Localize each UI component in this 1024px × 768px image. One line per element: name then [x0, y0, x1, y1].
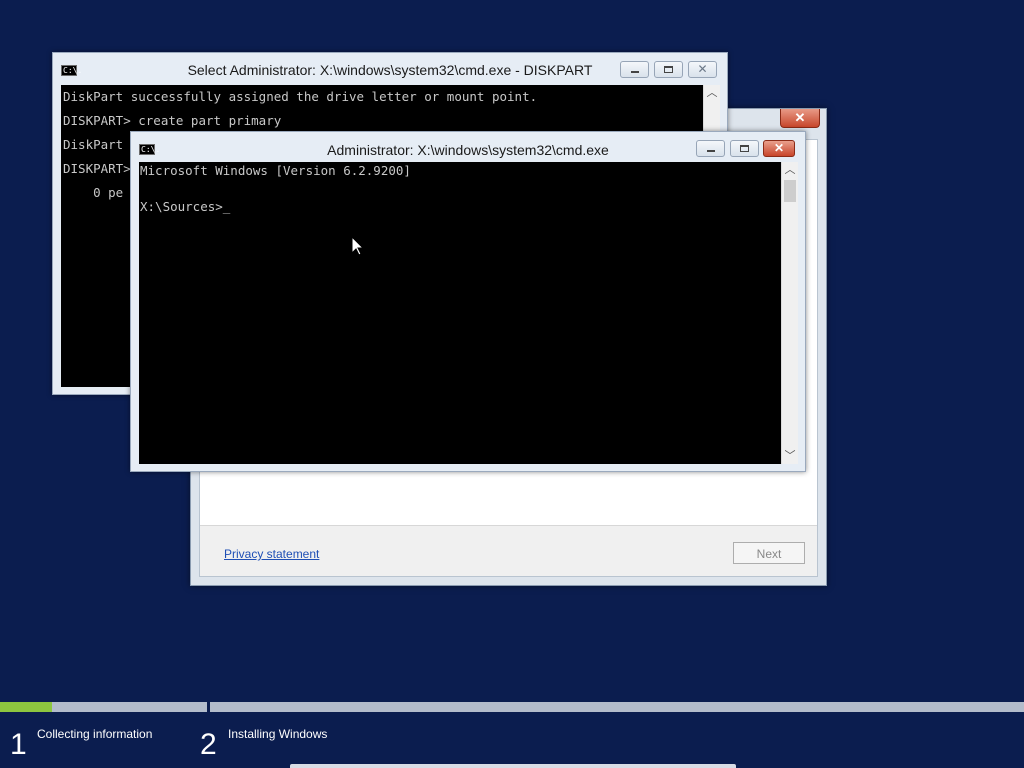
scroll-up-icon[interactable]: ︿ — [782, 162, 798, 178]
setup-footer: Privacy statement Next — [200, 525, 817, 576]
minimize-button[interactable] — [620, 61, 649, 78]
step2-number: 2 — [200, 728, 217, 761]
diskpart-titlebar[interactable]: C:\. Select Administrator: X:\windows\sy… — [53, 53, 727, 83]
installer-progress-track — [0, 702, 1024, 712]
close-button[interactable]: ✕ — [688, 61, 717, 78]
step2-label: Installing Windows — [228, 727, 328, 741]
next-button[interactable]: Next — [733, 542, 805, 564]
close-icon: ✕ — [773, 141, 785, 155]
privacy-statement-link[interactable]: Privacy statement — [224, 547, 319, 561]
close-icon: ✕ — [697, 62, 708, 76]
bottom-panel-edge — [290, 764, 736, 768]
mouse-pointer-icon — [352, 237, 364, 256]
step2-progress-bar — [210, 702, 1024, 712]
scroll-up-icon[interactable]: ︿ — [704, 85, 720, 101]
cmd-titlebar[interactable]: C:\. Administrator: X:\windows\system32\… — [131, 132, 805, 162]
diskpart-console-line: DiskPart successfully assigned the drive… — [63, 89, 538, 104]
maximize-button[interactable] — [654, 61, 683, 78]
minimize-button[interactable] — [696, 140, 725, 157]
cmd-console-line: X:\Sources>_ — [140, 199, 231, 214]
minimize-icon — [631, 71, 639, 73]
minimize-icon — [707, 150, 715, 152]
cmd-window[interactable]: C:\. Administrator: X:\windows\system32\… — [130, 131, 806, 472]
step1-label: Collecting information — [37, 727, 153, 741]
maximize-icon — [740, 145, 749, 152]
scroll-down-icon[interactable]: ﹀ — [782, 448, 798, 464]
cmd-console-line: Microsoft Windows [Version 6.2.9200] — [140, 163, 411, 178]
cmd-console-output[interactable]: Microsoft Windows [Version 6.2.9200] X:\… — [139, 162, 782, 464]
step1-number: 1 — [10, 728, 27, 761]
scroll-thumb[interactable] — [784, 180, 796, 202]
maximize-button[interactable] — [730, 140, 759, 157]
close-button[interactable]: ✕ — [763, 140, 795, 157]
step1-progress-fill — [0, 702, 52, 712]
cmd-console-line — [140, 180, 782, 198]
setup-close-button[interactable]: ✕ — [780, 109, 820, 128]
cmd-scrollbar[interactable]: ︿ ﹀ — [781, 162, 798, 464]
step1-progress-bar — [0, 702, 207, 712]
diskpart-console-line: DISKPART> create part primary — [63, 113, 282, 128]
maximize-icon — [664, 66, 673, 73]
